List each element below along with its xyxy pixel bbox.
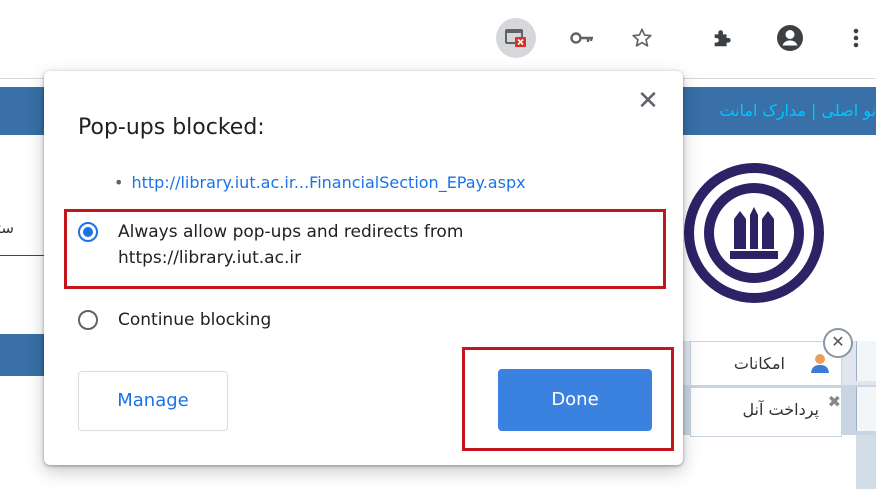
annotation-highlight-box — [462, 347, 674, 451]
key-icon[interactable] — [562, 18, 602, 58]
browser-toolbar — [0, 0, 876, 79]
star-icon[interactable] — [622, 18, 662, 58]
home-icon[interactable] — [856, 341, 876, 381]
back-icon[interactable] — [856, 387, 876, 431]
site-left-label: ستج — [0, 219, 14, 237]
site-right-column — [856, 435, 876, 489]
site-tab-label: امکانات — [733, 354, 785, 373]
option-label: Continue blocking — [118, 310, 272, 330]
university-seal-logo — [684, 163, 824, 303]
menu-icon[interactable] — [836, 18, 876, 58]
site-tab-facilities[interactable]: امکانات ✕ — [690, 328, 853, 387]
radio-button-unchecked[interactable] — [78, 310, 98, 330]
profile-icon[interactable] — [770, 18, 810, 58]
site-nav-links[interactable]: نو اصلی | مدارک امانت — [719, 101, 876, 120]
manage-button[interactable]: Manage — [78, 371, 228, 431]
annotation-highlight-box — [64, 209, 666, 289]
close-icon[interactable]: ✕ — [823, 328, 853, 358]
puzzle-icon[interactable] — [702, 18, 742, 58]
site-tab-label: پرداخت آنل — [742, 400, 819, 419]
close-icon[interactable]: ✕ — [634, 87, 662, 115]
site-tab-online-payment[interactable]: پرداخت آنل ✖ — [690, 387, 842, 437]
close-icon[interactable]: ✖ — [828, 392, 841, 411]
blocked-popup-link[interactable]: http://library.iut.ac.ir...FinancialSect… — [131, 173, 525, 192]
bullet-icon: • — [114, 173, 124, 192]
popup-blocked-icon[interactable] — [496, 18, 536, 58]
blocked-popup-item: • http://library.iut.ac.ir...FinancialSec… — [114, 173, 526, 192]
user-icon — [811, 354, 829, 373]
continue-blocking-option[interactable]: Continue blocking — [78, 307, 668, 333]
popups-blocked-dialog: Pop-ups blocked: ✕ • http://library.iut.a… — [44, 71, 683, 465]
dialog-title: Pop-ups blocked: — [78, 115, 265, 140]
